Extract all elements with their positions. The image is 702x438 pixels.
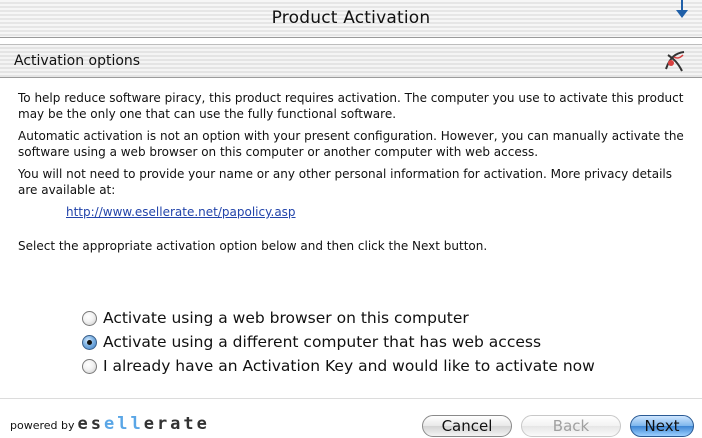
privacy-policy-link[interactable]: http://www.esellerate.net/papolicy.asp (66, 204, 690, 220)
radio-button-activation-key[interactable] (82, 358, 97, 374)
esellerate-logo-icon (665, 51, 685, 72)
intro-paragraph: To help reduce software piracy, this pro… (18, 91, 684, 121)
title-bar[interactable]: Product Activation (0, 0, 702, 38)
option-web-browser[interactable]: Activate using a web browser on this com… (82, 306, 682, 330)
instruction-text: Select the appropriate activation option… (18, 239, 488, 253)
option-label: Activate using a web browser on this com… (103, 309, 469, 327)
privacy-paragraph: You will not need to provide your name o… (18, 167, 673, 197)
option-label: Activate using a different computer that… (103, 333, 542, 351)
option-activation-key[interactable]: I already have an Activation Key and wou… (82, 354, 682, 378)
footer-divider (0, 398, 702, 399)
powered-by: powered by esellerate (10, 414, 210, 434)
down-arrow-icon (676, 0, 688, 18)
radio-button-different-computer[interactable] (82, 334, 97, 350)
section-title: Activation options (14, 53, 141, 69)
radio-button-web-browser[interactable] (82, 310, 97, 326)
option-label: I already have an Activation Key and wou… (103, 357, 595, 375)
next-button[interactable]: Next (630, 415, 694, 437)
body-text: To help reduce software piracy, this pro… (18, 90, 690, 260)
activation-options-group: Activate using a web browser on this com… (82, 306, 682, 378)
window-title: Product Activation (271, 8, 431, 28)
cancel-button[interactable]: Cancel (422, 415, 512, 437)
section-header: Activation options (0, 44, 702, 78)
powered-by-label: powered by (10, 419, 75, 432)
manual-activation-paragraph: Automatic activation is not an option wi… (18, 129, 684, 159)
back-button[interactable]: Back (521, 415, 621, 437)
esellerate-brand-logo: esellerate (77, 414, 210, 434)
activation-window: Product Activation Activation options To… (0, 0, 702, 438)
option-different-computer[interactable]: Activate using a different computer that… (82, 330, 682, 354)
